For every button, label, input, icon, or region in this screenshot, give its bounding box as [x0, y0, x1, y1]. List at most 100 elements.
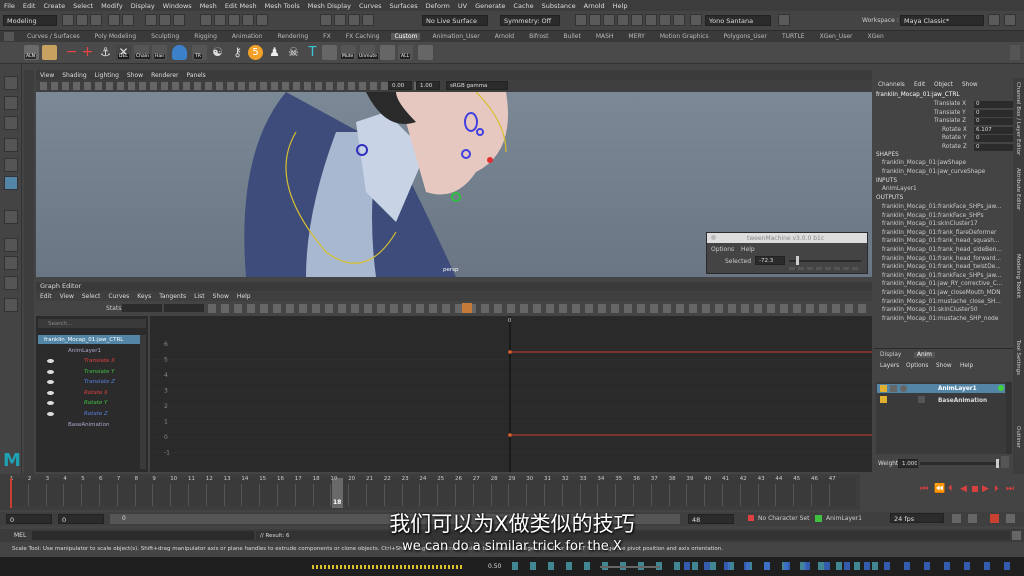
graph-menu-view[interactable]: View	[60, 293, 74, 300]
menu-mesh-tools[interactable]: Mesh Tools	[265, 2, 300, 10]
account-icon[interactable]	[690, 14, 702, 26]
output-item[interactable]: franklin_Mocap_01:frankFace_SHPs	[882, 213, 983, 219]
menu-edit[interactable]: Edit	[23, 2, 36, 10]
layer-name-2[interactable]: BaseAnimation	[938, 398, 987, 404]
tween-value-field[interactable]: -72.3	[755, 256, 785, 265]
outliner-layer[interactable]: AnimLayer1	[68, 348, 101, 354]
side-tab-4[interactable]: Outliner	[1015, 426, 1021, 448]
play-back-icon[interactable]: ◀	[960, 484, 967, 494]
weight-field[interactable]: 1.000	[898, 459, 918, 468]
select-tool-icon[interactable]	[4, 76, 18, 90]
viewport-menu-view[interactable]: View	[40, 72, 54, 79]
side-tab-1[interactable]: Attribute Editor	[1015, 168, 1021, 210]
channel-attr-name[interactable]: Translate Z	[934, 118, 966, 124]
paint-select-icon[interactable]	[4, 116, 18, 130]
select-component-icon[interactable]	[173, 14, 185, 26]
key-icon[interactable]: ⚷	[230, 45, 245, 60]
tween-slider-track[interactable]	[789, 260, 861, 262]
layout-single-icon[interactable]	[4, 210, 18, 224]
move-tool-icon[interactable]	[4, 138, 18, 152]
output-item[interactable]: franklin_Mocap_01:skinCluster17	[882, 221, 978, 227]
channel-box-tab-show[interactable]: Show	[962, 82, 978, 88]
shelf-tab-animation-user[interactable]: Animation_User	[429, 33, 482, 40]
stats-field-2[interactable]	[164, 304, 204, 312]
ipr-render-icon[interactable]	[603, 14, 615, 26]
skull-icon[interactable]: ☠	[286, 45, 301, 60]
undo-icon[interactable]	[108, 14, 120, 26]
viewport-menu-show[interactable]: Show	[127, 72, 143, 79]
shelf-tab-bullet[interactable]: Bullet	[561, 33, 584, 40]
input-ops-icon[interactable]	[320, 14, 332, 26]
channel-item[interactable]: Rotate X	[84, 390, 108, 396]
shelf-tab-fx-caching[interactable]: FX Caching	[343, 33, 383, 40]
menu-mesh-display[interactable]: Mesh Display	[308, 2, 351, 10]
tween-slider-handle[interactable]	[796, 256, 799, 265]
lasso-tool-icon[interactable]	[4, 96, 18, 110]
layout-custom-icon[interactable]	[4, 298, 18, 312]
base-mute-icon[interactable]	[918, 396, 925, 403]
output-item[interactable]: franklin_Mocap_01:frankFace_SHPs_jaw...	[882, 273, 1001, 279]
menu-surfaces[interactable]: Surfaces	[390, 2, 418, 10]
bottom-icons-icon[interactable]	[684, 562, 1014, 570]
next-key-icon[interactable]: ⏵	[994, 484, 999, 494]
layout-four-icon[interactable]	[4, 238, 18, 252]
shelf-tab-sculpting[interactable]: Sculpting	[148, 33, 182, 40]
viewport-menu-renderer[interactable]: Renderer	[151, 72, 178, 79]
plus-icon[interactable]: +	[80, 45, 95, 60]
construction-history-icon[interactable]	[362, 14, 374, 26]
base-lock-icon[interactable]	[880, 396, 887, 403]
output-item[interactable]: franklin_Mocap_01:skinCluster50	[882, 307, 978, 313]
channel-visibility-icon[interactable]	[47, 390, 54, 395]
weight-slider-handle[interactable]	[996, 459, 999, 468]
bottom-slider[interactable]	[600, 566, 660, 568]
shelf-tab-curves-surfaces[interactable]: Curves / Surfaces	[24, 33, 83, 40]
graph-menu-tangents[interactable]: Tangents	[159, 293, 186, 300]
shelf-tab-bifrost[interactable]: Bifrost	[526, 33, 551, 40]
shelf-tab-xgen-user[interactable]: XGen_User	[817, 33, 856, 40]
graph-menu-show[interactable]: Show	[213, 293, 229, 300]
tween-menu-options[interactable]: Options	[711, 246, 734, 253]
graph-menu-keys[interactable]: Keys	[137, 293, 151, 300]
menu-mesh[interactable]: Mesh	[200, 2, 217, 10]
minus-icon[interactable]: −	[64, 45, 79, 60]
menu-arnold[interactable]: Arnold	[584, 2, 605, 10]
menu-uv[interactable]: UV	[458, 2, 467, 10]
snap-surface-icon[interactable]	[256, 14, 268, 26]
output-item[interactable]: franklin_Mocap_01:frank_head_sideBen...	[882, 247, 1002, 253]
menu-windows[interactable]: Windows	[163, 2, 192, 10]
channel-visibility-icon[interactable]	[47, 369, 54, 374]
input-item[interactable]: AnimLayer1	[882, 186, 917, 192]
outliner-root-row[interactable]: franklin_Mocap_01:jaw_CTRL	[38, 335, 140, 344]
output-item[interactable]: franklin_Mocap_01:jaw_RY_corrective_C...	[882, 281, 1002, 287]
tween-titlebar[interactable]: tweenMachine v3.0.0 b1c	[707, 233, 867, 243]
menu-generate[interactable]: Generate	[475, 2, 505, 10]
arnold-ipr-icon[interactable]	[659, 14, 671, 26]
arnold-settings-icon[interactable]	[673, 14, 685, 26]
shelf-tab-motion-graphics[interactable]: Motion Graphics	[657, 33, 712, 40]
channel-item[interactable]: Rotate Z	[84, 411, 108, 417]
graph-menu-edit[interactable]: Edit	[40, 293, 52, 300]
toggle-sidebar-icon[interactable]	[988, 14, 1000, 26]
timeline[interactable]: 1234567891011121314151617181920212223242…	[0, 474, 860, 510]
channel-item[interactable]: Rotate Y	[84, 400, 107, 406]
shelf-tab-animation[interactable]: Animation	[229, 33, 266, 40]
output-ops-icon[interactable]	[334, 14, 346, 26]
shelf-tab-custom[interactable]: Custom	[391, 33, 421, 40]
menu-select[interactable]: Select	[73, 2, 93, 10]
viewport-menu-panels[interactable]: Panels	[186, 72, 205, 79]
tool-button-a[interactable]	[322, 45, 337, 60]
output-item[interactable]: franklin_Mocap_01:mustache_SHP_node	[882, 316, 998, 322]
viewport-field-2[interactable]: 1.00	[416, 81, 440, 90]
layer-name-1[interactable]: AnimLayer1	[938, 386, 977, 392]
toggle-panel-icon[interactable]	[1004, 14, 1016, 26]
open-scene-icon[interactable]	[76, 14, 88, 26]
graph-menu-curves[interactable]: Curves	[108, 293, 129, 300]
graph-area[interactable]: 6 5 4 3 2 1 0 -1 0	[150, 316, 872, 472]
tool-button-c[interactable]	[418, 45, 433, 60]
viewport-menu-shading[interactable]: Shading	[62, 72, 86, 79]
shelf-tab-fx[interactable]: FX	[320, 33, 334, 40]
graph-highlight-icon[interactable]	[462, 303, 472, 313]
channel-attr-name[interactable]: Translate Y	[934, 110, 966, 116]
layer-lock-icon[interactable]	[880, 385, 887, 392]
channel-box-tab-object[interactable]: Object	[934, 82, 953, 88]
